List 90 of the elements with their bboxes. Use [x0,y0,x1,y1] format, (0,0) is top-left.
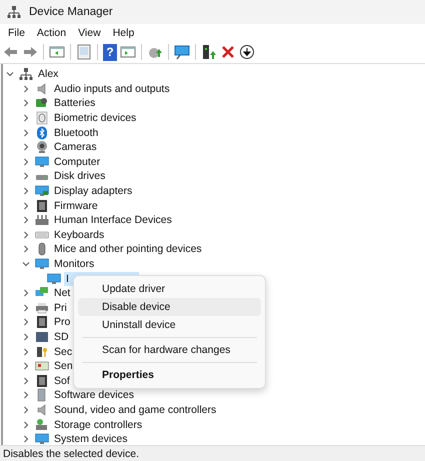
tree-item[interactable]: Firmware [52,198,100,213]
properties-sheet-icon[interactable] [76,44,92,60]
tree-item[interactable]: Sec [52,344,74,359]
device-icon [35,198,49,213]
context-menu-item[interactable]: Properties [78,366,261,384]
monitor-icon [35,184,49,198]
chevron-right-icon[interactable] [22,435,30,444]
menu-item[interactable]: View [72,26,107,38]
monitor-icon [35,154,49,169]
tree-item[interactable]: Keyboards [52,228,106,242]
monitor-icon [47,272,61,286]
window-pane-icon[interactable] [49,44,65,60]
context-menu-item[interactable]: Update driver [78,280,261,298]
tree-item[interactable]: Bluetooth [52,126,100,140]
menu-item[interactable]: File [2,26,31,38]
tree-item[interactable]: Net [52,286,72,300]
tree-item[interactable]: Sof [52,374,72,388]
device-icon [35,359,49,374]
context-menu-item[interactable]: Disable device [78,298,261,316]
context-menu-item[interactable]: Uninstall device [78,316,261,334]
download-icon[interactable] [239,44,255,60]
chevron-right-icon[interactable] [22,143,30,152]
context-menu-item[interactable]: Scan for hardware changes [78,341,261,359]
chevron-right-icon[interactable] [22,114,30,122]
monitor-icon [35,432,49,445]
tree-item[interactable]: Batteries [52,96,98,110]
chevron-right-icon[interactable] [22,128,30,137]
tree-item[interactable]: Cameras [52,140,99,154]
chevron-right-icon[interactable] [22,420,30,429]
chevron-right-icon[interactable] [22,304,30,312]
tree-item[interactable]: Mice and other pointing devices [52,242,204,256]
tree-item[interactable]: Computer [52,154,102,169]
chevron-right-icon[interactable] [22,376,30,385]
computer-tree-icon [7,5,21,19]
chevron-right-icon[interactable] [22,202,30,210]
camera-icon [35,140,49,154]
tree-item[interactable]: Sen [52,359,75,374]
device-icon [35,418,49,432]
chevron-right-icon[interactable] [22,158,30,166]
tree-item[interactable]: Biometric devices [52,111,138,126]
tree-item[interactable]: Monitors [52,257,96,272]
window-panel-icon[interactable] [120,44,136,60]
chevron-right-icon[interactable] [22,84,30,93]
tree-item[interactable]: Display adapters [52,184,134,198]
chevron-right-icon[interactable] [22,245,30,254]
tree-item[interactable]: Disk drives [52,169,108,184]
chevron-down-icon[interactable] [6,70,14,78]
device-arrow-icon[interactable] [201,44,217,60]
chevron-right-icon[interactable] [22,406,30,414]
menu-item[interactable]: Action [30,26,72,38]
monitor-icon [35,257,49,272]
chevron-right-icon[interactable] [22,348,30,356]
chevron-right-icon[interactable] [22,289,30,298]
window-title: Device Manager [29,6,113,18]
computer-tree-icon [19,67,33,82]
chevron-down-icon[interactable] [22,260,30,268]
device-icon [35,344,49,359]
tree-item[interactable]: Audio inputs and outputs [52,82,172,96]
device-icon [35,374,49,388]
chevron-right-icon[interactable] [22,172,30,180]
forward-arrow-icon[interactable] [22,44,38,60]
chevron-right-icon[interactable] [22,318,30,326]
tree-item[interactable]: SD [52,330,71,344]
tree-item[interactable]: Pro [52,315,72,330]
tree-item[interactable]: Alex [36,67,60,82]
menu-item[interactable]: Help [106,26,140,38]
chevron-right-icon[interactable] [22,187,30,196]
chevron-right-icon[interactable] [22,216,30,224]
bluetooth-icon [35,126,49,140]
chevron-right-icon[interactable] [22,99,30,108]
chevron-right-icon[interactable] [22,362,30,370]
tree-item[interactable]: Software devices [52,388,136,402]
tree-item[interactable]: Storage controllers [52,418,144,432]
tree-item[interactable]: Sound, video and game controllers [52,402,218,417]
back-arrow-icon[interactable] [3,44,19,60]
close-icon[interactable] [220,44,236,60]
device-icon [35,111,49,126]
tree-item[interactable]: Human Interface Devices [52,213,174,228]
chevron-right-icon[interactable] [22,391,30,400]
device-icon [35,330,49,344]
device-icon [35,315,49,330]
tree-item[interactable]: System devices [52,432,130,445]
device-icon [35,213,49,228]
chevron-right-icon[interactable] [22,230,30,239]
status-bar: Disables the selected device. [0,445,425,461]
tree-item[interactable]: Pri [52,300,69,315]
monitor-search-icon[interactable] [174,44,190,60]
help-button[interactable]: ? [103,44,117,60]
printer-icon [35,300,49,315]
chevron-right-icon[interactable] [22,332,30,341]
